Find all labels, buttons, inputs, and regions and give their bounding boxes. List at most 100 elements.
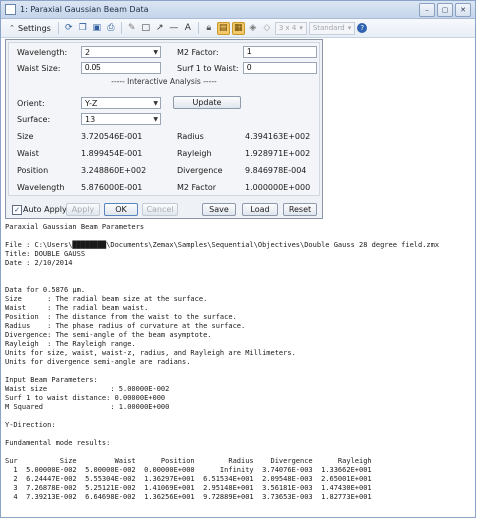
- position-value: 3.248860E+002: [81, 166, 147, 175]
- report-line: Surf 1 to waist distance: 0.00000E+000: [5, 394, 166, 402]
- report-line: Size : The radial beam size at the surfa…: [5, 295, 208, 303]
- wavelength-label: Wavelength:: [17, 48, 68, 57]
- size-label: Size: [17, 132, 34, 141]
- auto-apply-label: Auto Apply: [23, 205, 67, 214]
- result-m2-value: 1.000000E+000: [245, 183, 311, 192]
- orient-value: Y-Z: [85, 99, 98, 108]
- report-line: Divergence: The semi-angle of the beam a…: [5, 331, 212, 339]
- close-button[interactable]: ✕: [455, 2, 471, 17]
- wavelength-value: 2: [85, 48, 91, 57]
- settings-form: Wavelength: 2 ▼ M2 Factor: Waist Size: S…: [8, 42, 320, 196]
- print-icon[interactable]: ⎙: [105, 22, 117, 34]
- result-wavelength-value: 5.876000E-001: [81, 183, 143, 192]
- surf1-to-waist-input[interactable]: [243, 62, 317, 74]
- refresh-icon[interactable]: ⟳: [63, 22, 75, 34]
- report-line: [5, 448, 471, 457]
- toolbar-separator: [57, 22, 59, 34]
- report-line: [5, 367, 471, 376]
- report-line: Rayleigh : The Rayleigh range.: [5, 340, 136, 348]
- report-line: Radius : The phase radius of curvature a…: [5, 322, 246, 330]
- style-dropdown-value: Standard: [312, 23, 345, 32]
- save-button[interactable]: Save: [202, 203, 236, 216]
- interactive-analysis-heading: ----- Interactive Analysis -----: [111, 77, 217, 86]
- surface-select[interactable]: 13 ▼: [81, 113, 161, 125]
- waist-value: 1.899454E-001: [81, 149, 143, 158]
- waist-label: Waist: [17, 149, 39, 158]
- arrow-icon[interactable]: ↗: [154, 22, 166, 34]
- report-line: M Squared : 1.00000E+000: [5, 403, 170, 411]
- result-wavelength-label: Wavelength: [17, 183, 65, 192]
- title-bar[interactable]: 1: Paraxial Gaussian Beam Data – ▢ ✕: [1, 1, 475, 19]
- style-dropdown[interactable]: Standard ▾: [308, 21, 356, 35]
- wavelength-select[interactable]: 2 ▼: [81, 46, 161, 58]
- report-line: Data for 0.5876 µm.: [5, 286, 86, 294]
- apply-button[interactable]: Apply: [66, 203, 100, 216]
- report-line: Sur Size Waist Position Radius Divergenc…: [5, 457, 372, 465]
- lock-icon[interactable]: 🔒︎: [203, 22, 215, 34]
- report-line: Fundamental mode results:: [5, 439, 111, 447]
- orient-label: Orient:: [17, 99, 45, 108]
- rayleigh-label: Rayleigh: [177, 149, 212, 158]
- report-line: Position : The distance from the waist t…: [5, 313, 237, 321]
- settings-panel: Wavelength: 2 ▼ M2 Factor: Waist Size: S…: [5, 39, 323, 219]
- window-icon: [5, 4, 16, 15]
- surface-label: Surface:: [17, 115, 51, 124]
- auto-apply-checkbox[interactable]: ✓: [12, 205, 22, 215]
- load-button[interactable]: Load: [242, 203, 278, 216]
- chevron-down-icon: ▼: [153, 49, 158, 56]
- waist-size-label: Waist Size:: [17, 64, 61, 73]
- report-line: [5, 277, 471, 286]
- report-line: Input Beam Parameters:: [5, 376, 98, 384]
- pencil-icon[interactable]: ✎: [126, 22, 138, 34]
- size-value: 3.720546E-001: [81, 132, 143, 141]
- report-line: Waist size : 5.00000E-002: [5, 385, 170, 393]
- rectangle-icon[interactable]: □: [140, 22, 152, 34]
- orient-select[interactable]: Y-Z ▼: [81, 97, 161, 109]
- layout-dropdown-value: 3 x 4: [278, 23, 297, 32]
- report-line: [5, 232, 471, 241]
- stack-icon[interactable]: ◇: [261, 22, 273, 34]
- reset-button[interactable]: Reset: [283, 203, 317, 216]
- surf1-to-waist-label: Surf 1 to Waist:: [177, 64, 239, 73]
- radius-label: Radius: [177, 132, 204, 141]
- waist-size-input[interactable]: [81, 62, 161, 74]
- text-icon[interactable]: A: [182, 22, 194, 34]
- cancel-button[interactable]: Cancel: [142, 203, 178, 216]
- layers-icon[interactable]: ◈: [247, 22, 259, 34]
- maximize-button[interactable]: ▢: [437, 2, 453, 17]
- update-button[interactable]: Update: [173, 96, 241, 109]
- radius-value: 4.394163E+002: [245, 132, 311, 141]
- report-line: 1 5.00000E-002 5.00000E-002 0.00000E+000…: [5, 466, 372, 474]
- report-line: File : C:\Users\████████\Documents\Zemax…: [5, 241, 440, 249]
- m2-factor-input[interactable]: [243, 46, 317, 58]
- layout-dropdown[interactable]: 3 x 4 ▾: [274, 21, 307, 35]
- result-m2-label: M2 Factor: [177, 183, 217, 192]
- settings-toggle[interactable]: ⌃ Settings: [5, 22, 54, 34]
- ok-button[interactable]: OK: [104, 203, 138, 216]
- report-text[interactable]: Paraxial Gaussian Beam Parameters File : …: [5, 223, 471, 517]
- toolbar-separator: [120, 22, 122, 34]
- report-line: Date : 2/10/2014: [5, 259, 73, 267]
- chevron-down-icon: ▼: [153, 100, 158, 107]
- rayleigh-value: 1.928971E+002: [245, 149, 311, 158]
- lock-active-icon[interactable]: ▤: [216, 21, 230, 35]
- report-line: 3 7.26878E-002 5.25121E-002 1.41069E+001…: [5, 484, 372, 492]
- line-icon[interactable]: —: [168, 22, 180, 34]
- toolbar-separator: [197, 22, 199, 34]
- grid-active-icon[interactable]: ▦: [231, 21, 245, 35]
- report-line: 2 6.24447E-002 5.55304E-002 1.36297E+001…: [5, 475, 372, 483]
- report-line: Units for divergence semi-angle are radi…: [5, 358, 191, 366]
- chevron-down-icon: ▼: [153, 116, 158, 123]
- report-line: Waist : The radial beam waist.: [5, 304, 149, 312]
- m2-factor-label: M2 Factor:: [177, 48, 219, 57]
- report-line: Paraxial Gaussian Beam Parameters: [5, 223, 145, 231]
- save-icon[interactable]: ▣: [91, 22, 103, 34]
- minimize-button[interactable]: –: [419, 2, 435, 17]
- copy-icon[interactable]: ❐: [77, 22, 89, 34]
- surface-value: 13: [85, 115, 96, 124]
- toolbar: ⌃ Settings ⟳ ❐ ▣ ⎙ ✎ □ ↗ — A 🔒︎ ▤ ▦ ◈ ◇ …: [1, 19, 475, 38]
- report-line: Title: DOUBLE GAUSS: [5, 250, 86, 258]
- help-icon[interactable]: ?: [357, 23, 368, 33]
- report-line: 4 7.39213E-002 6.64698E-002 1.36256E+001…: [5, 493, 372, 501]
- settings-label: Settings: [18, 23, 51, 33]
